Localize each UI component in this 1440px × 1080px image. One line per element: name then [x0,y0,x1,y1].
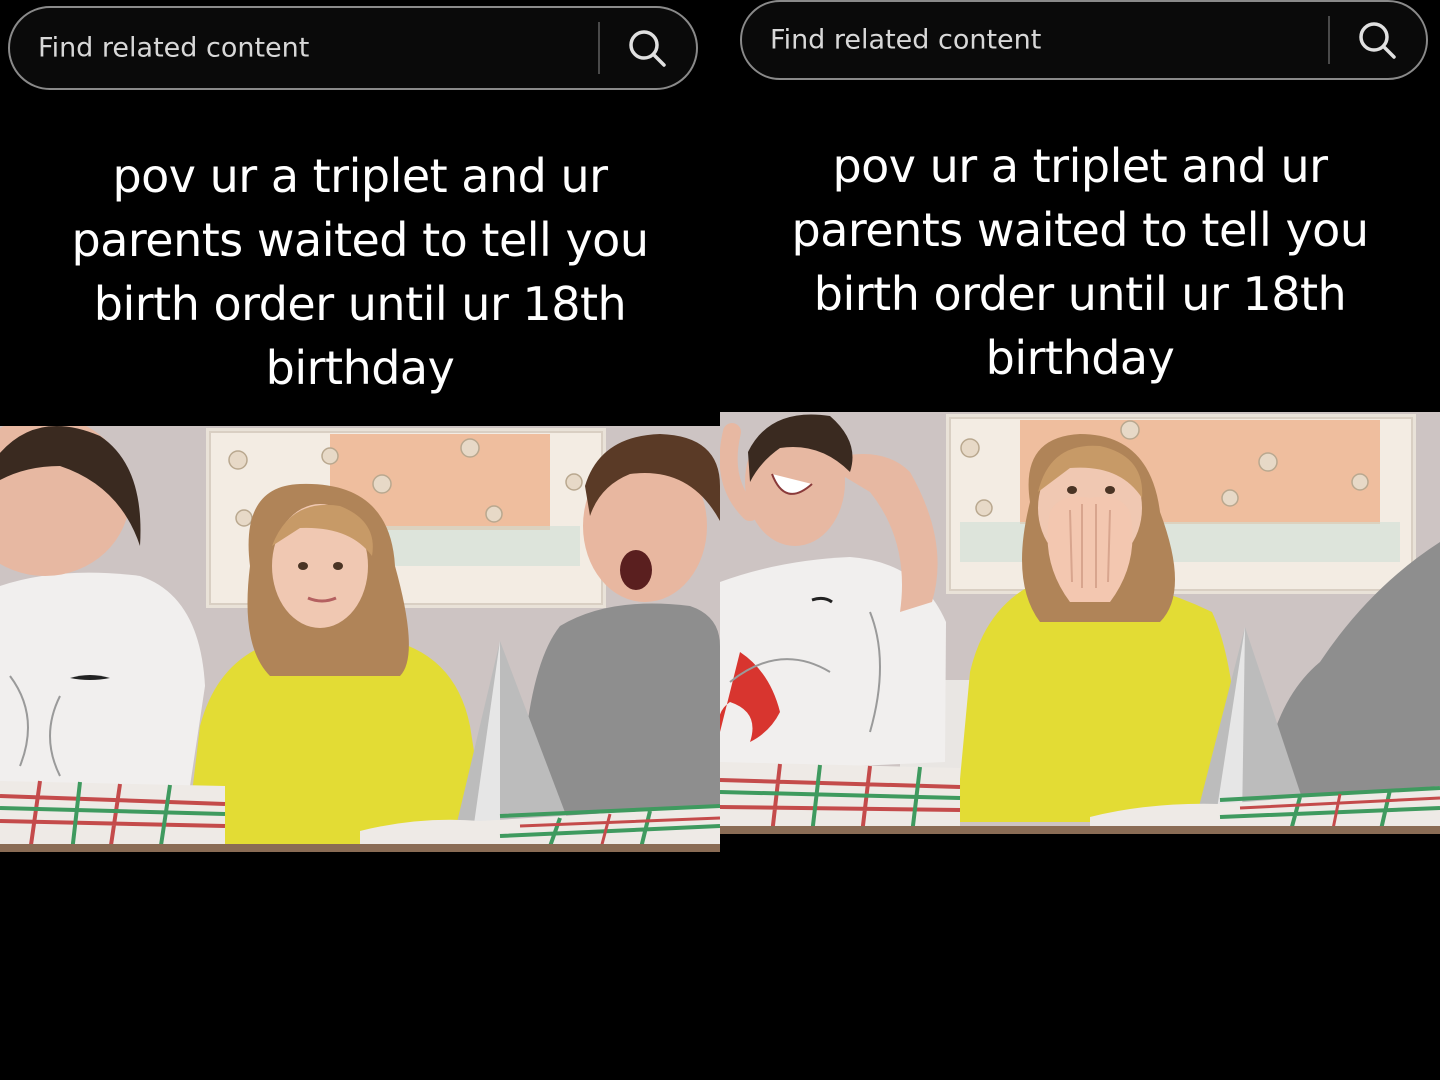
search-placeholder[interactable]: Find related content [38,33,309,64]
video-still [720,412,1440,834]
search-divider [598,22,600,74]
video-panel-left: Find related content pov ur a triplet an… [0,0,720,1080]
video-still [0,426,720,852]
caption-line: birthday [265,341,455,395]
search-placeholder[interactable]: Find related content [770,25,1041,56]
video-caption: pov ur a triplet and ur parents waited t… [0,144,720,400]
person-left-shirt [0,572,205,786]
caption-line: birth order until ur 18th [93,277,627,331]
hands-over-face [1047,496,1133,602]
search-divider [1328,16,1330,64]
caption-line: pov ur a triplet and ur [832,139,1328,193]
caption-line: parents waited to tell you [71,213,649,267]
search-bar[interactable]: Find related content [8,6,698,90]
search-icon[interactable] [626,27,668,69]
search-bar[interactable]: Find related content [740,0,1428,80]
video-frame[interactable] [0,426,720,852]
caption-line: birth order until ur 18th [813,267,1347,321]
video-caption: pov ur a triplet and ur parents waited t… [720,134,1440,390]
caption-line: parents waited to tell you [791,203,1369,257]
video-frame[interactable] [720,412,1440,834]
caption-line: pov ur a triplet and ur [112,149,608,203]
caption-line: birthday [985,331,1175,385]
search-icon[interactable] [1356,19,1398,61]
video-panel-right: Find related content pov ur a triplet an… [720,0,1440,1080]
